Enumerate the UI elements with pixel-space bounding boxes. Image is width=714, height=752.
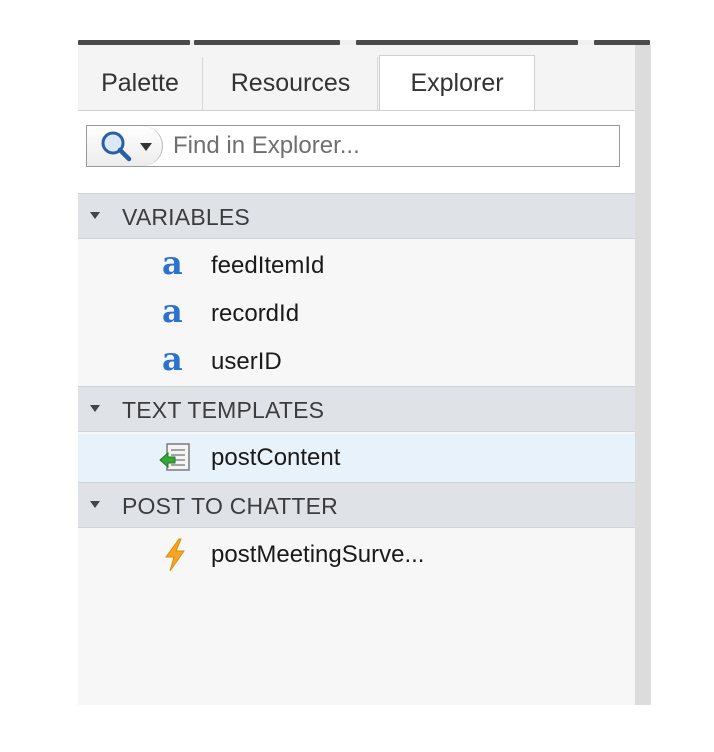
item-label: recordId (211, 300, 300, 327)
item-label: feedItemId (211, 252, 325, 279)
tab-resources[interactable]: Resources (204, 57, 378, 110)
tab-explorer[interactable]: Explorer (379, 55, 535, 111)
tab-label: Resources (230, 69, 351, 97)
collapse-triangle-icon (90, 501, 100, 508)
section-header-text-templates[interactable]: TEXT TEMPLATES (78, 386, 635, 432)
search-input[interactable] (173, 126, 613, 166)
explorer-item-postmeetingsurvey[interactable]: postMeetingSurve... (78, 531, 635, 579)
collapse-triangle-icon (90, 212, 100, 219)
search-options-button[interactable] (87, 126, 163, 166)
tab-palette[interactable]: Palette (78, 57, 203, 110)
explorer-item-recordid[interactable]: a recordId (78, 290, 635, 338)
tab-label: Palette (101, 69, 179, 97)
item-label: postMeetingSurve... (211, 541, 425, 568)
explorer-item-userid[interactable]: a userID (78, 338, 635, 386)
variable-text-icon: a (162, 340, 183, 378)
explorer-item-feeditemid[interactable]: a feedItemId (78, 242, 635, 290)
vertical-scrollbar[interactable] (635, 45, 651, 705)
explorer-screenshot: Palette Resources Explorer Find in Explo… (0, 0, 714, 752)
chevron-down-icon (140, 143, 152, 151)
explorer-panel: Palette Resources Explorer Find in Explo… (78, 45, 635, 705)
item-label: userID (211, 348, 282, 375)
section-header-post-to-chatter[interactable]: POST TO CHATTER (78, 482, 635, 528)
section-title: TEXT TEMPLATES (122, 397, 325, 423)
search-row (78, 110, 635, 195)
section-title: POST TO CHATTER (122, 493, 338, 519)
text-template-icon (158, 440, 192, 476)
variable-text-icon: a (162, 292, 183, 330)
tab-bar: Palette Resources Explorer (78, 45, 635, 111)
tab-label: Explorer (410, 69, 504, 97)
variable-text-icon: a (162, 244, 183, 282)
item-label: postContent (211, 444, 341, 471)
action-lightning-icon (158, 537, 192, 573)
section-title: VARIABLES (122, 204, 250, 230)
section-header-variables[interactable]: VARIABLES (78, 193, 635, 239)
collapse-triangle-icon (90, 405, 100, 412)
search-field (86, 125, 620, 167)
explorer-item-postcontent[interactable]: postContent (78, 434, 635, 482)
